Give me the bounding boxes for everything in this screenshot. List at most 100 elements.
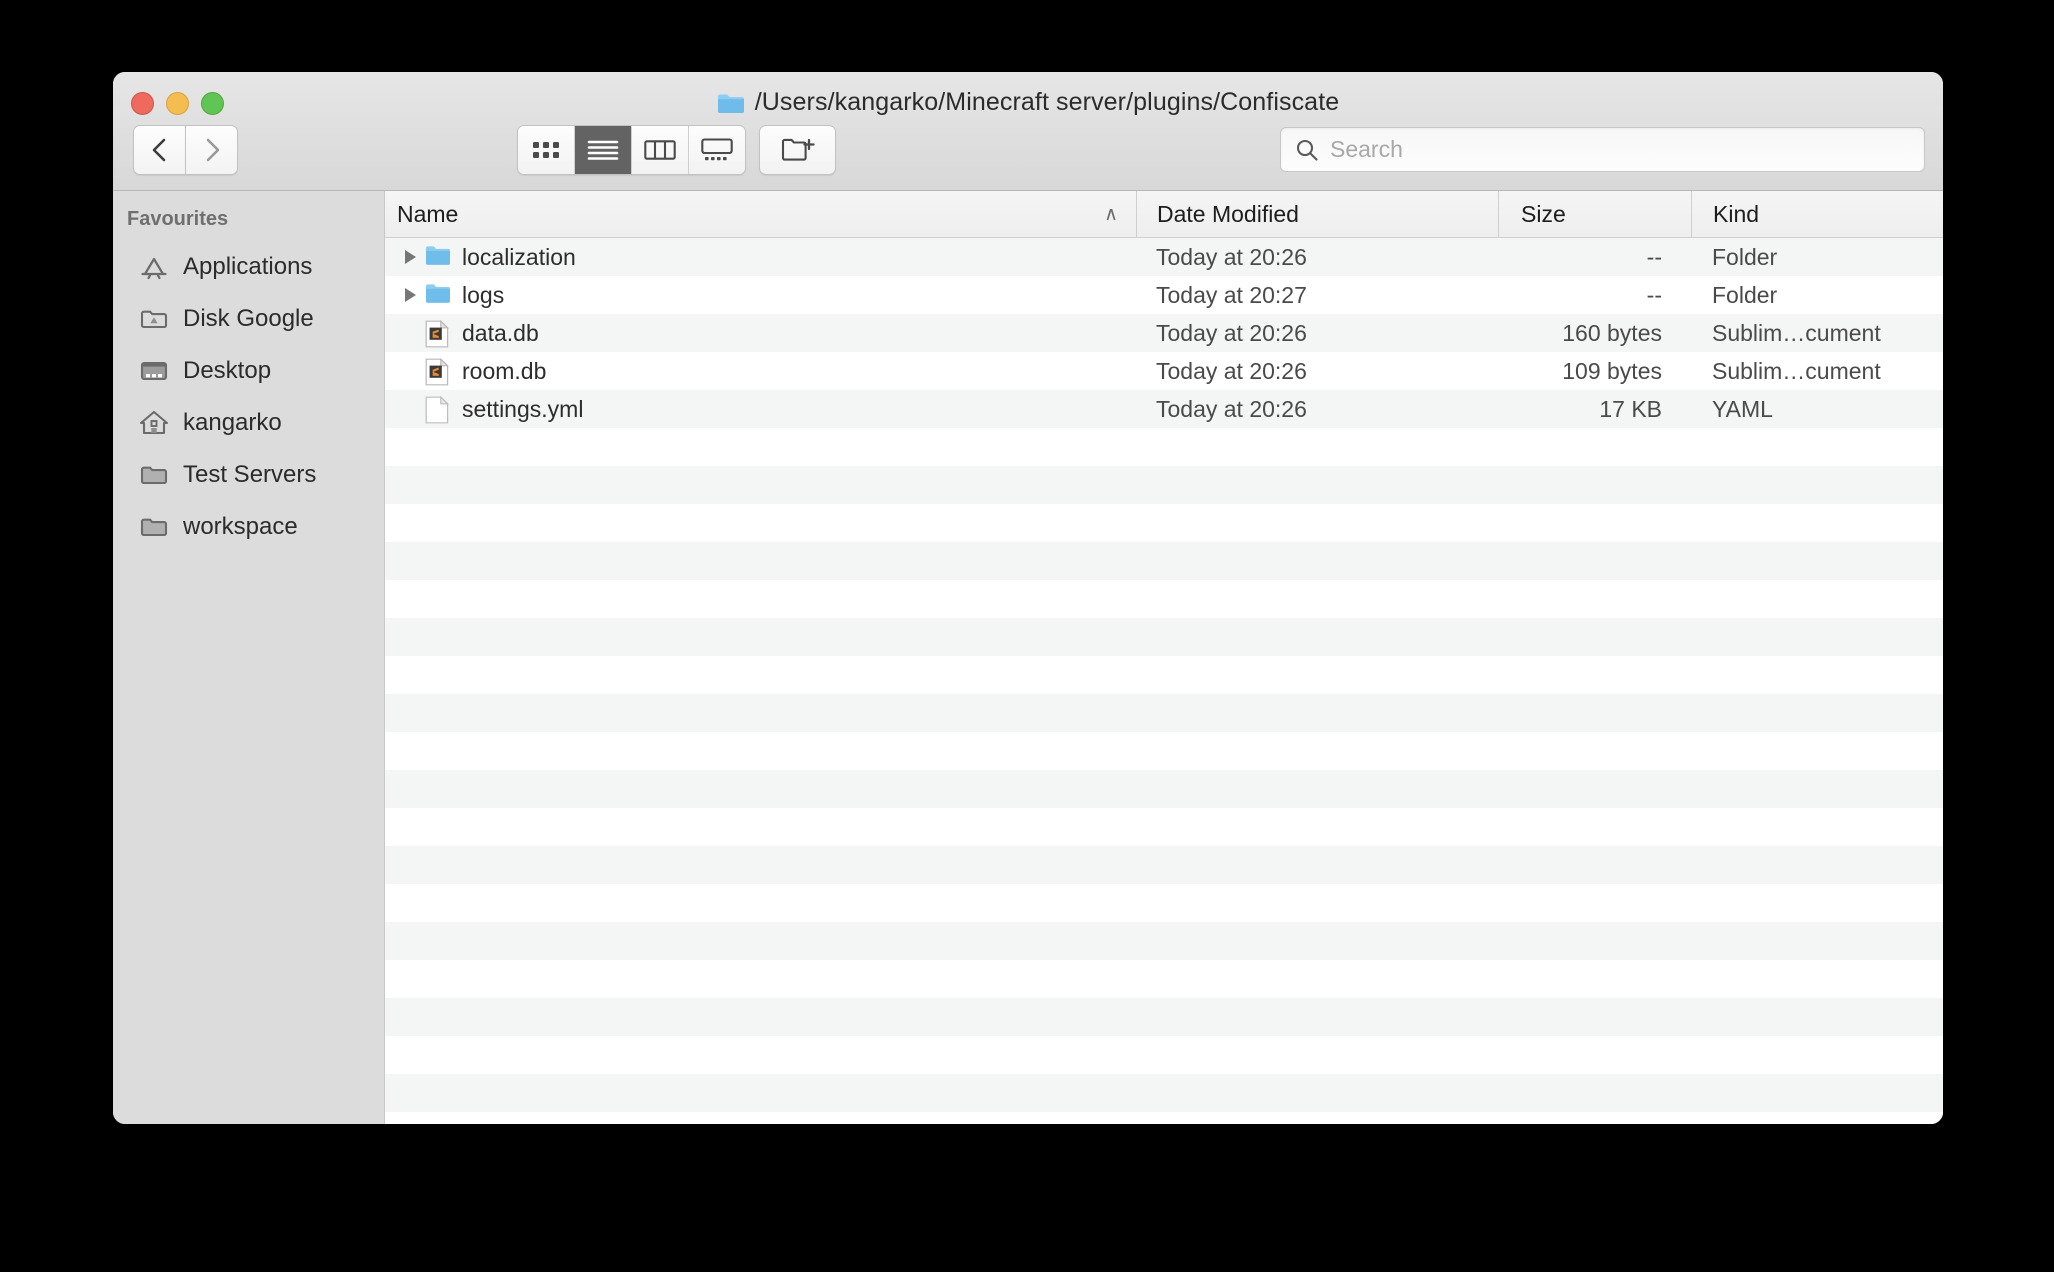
window-body: Favourites Applications Disk Google Desk… — [113, 191, 1943, 1124]
table-row[interactable]: room.db Today at 20:26 109 bytes Sublim…cum… — [385, 352, 1943, 390]
row-name-label: localization — [462, 243, 576, 270]
forward-button[interactable] — [185, 125, 238, 175]
column-header-kind-label: Kind — [1713, 200, 1760, 227]
empty-row[interactable] — [385, 846, 1943, 884]
column-view-button[interactable] — [632, 126, 689, 174]
empty-row[interactable] — [385, 732, 1943, 770]
table-row[interactable]: settings.yml Today at 20:26 17 KB YAML — [385, 390, 1943, 428]
empty-row[interactable] — [385, 770, 1943, 808]
row-date-modified: Today at 20:26 — [1156, 357, 1307, 384]
sidebar-item-test-servers[interactable]: Test Servers — [113, 449, 384, 501]
file-list: Name ∧ Date Modified Size Kind localizat… — [385, 191, 1943, 1124]
column-header-name[interactable]: Name ∧ — [385, 191, 1136, 237]
row-size: 160 bytes — [1562, 319, 1662, 346]
row-name-label: logs — [462, 281, 505, 308]
row-kind: Sublim…cument — [1712, 319, 1881, 346]
empty-row[interactable] — [385, 1036, 1943, 1074]
empty-row[interactable] — [385, 1112, 1943, 1124]
folder-icon — [717, 92, 744, 114]
window-title-text: /Users/kangarko/Minecraft server/plugins… — [754, 88, 1340, 116]
applications-icon — [139, 252, 169, 282]
finder-window: /Users/kangarko/Minecraft server/plugins… — [113, 72, 1943, 1124]
empty-row[interactable] — [385, 656, 1943, 694]
sidebar-item-disk-google[interactable]: Disk Google — [113, 293, 384, 345]
empty-row[interactable] — [385, 466, 1943, 504]
sidebar-item-desktop[interactable]: Desktop — [113, 345, 384, 397]
list-view-button[interactable] — [575, 126, 632, 174]
list-icon — [587, 140, 619, 160]
sidebar-item-label: Desktop — [183, 357, 272, 384]
icon-view-button[interactable] — [518, 126, 575, 174]
empty-row[interactable] — [385, 580, 1943, 618]
column-header-size[interactable]: Size — [1498, 191, 1691, 237]
search-field[interactable]: Search — [1280, 127, 1925, 172]
column-header-date-modified[interactable]: Date Modified — [1136, 191, 1498, 237]
table-row[interactable]: logs Today at 20:27 -- Folder — [385, 276, 1943, 314]
row-kind: Sublim…cument — [1712, 357, 1881, 384]
search-icon — [1296, 139, 1318, 161]
disclosure-triangle-icon[interactable] — [395, 288, 425, 302]
chevron-right-icon — [206, 138, 219, 162]
blue-folder-icon — [426, 284, 450, 303]
column-header-size-label: Size — [1521, 200, 1566, 227]
empty-row[interactable] — [385, 922, 1943, 960]
column-header-date-label: Date Modified — [1157, 200, 1299, 227]
column-headers: Name ∧ Date Modified Size Kind — [385, 191, 1943, 238]
row-size: -- — [1646, 281, 1662, 308]
empty-row[interactable] — [385, 808, 1943, 846]
sublime-document-icon — [425, 357, 450, 386]
sidebar-item-kangarko[interactable]: kangarko — [113, 397, 384, 449]
empty-row[interactable] — [385, 504, 1943, 542]
close-button[interactable] — [131, 92, 154, 115]
file-rows: localization Today at 20:26 -- Folder logs To… — [385, 238, 1943, 1124]
table-row[interactable]: data.db Today at 20:26 160 bytes Sublim…cum… — [385, 314, 1943, 352]
empty-row[interactable] — [385, 1074, 1943, 1112]
sidebar-item-workspace[interactable]: workspace — [113, 501, 384, 553]
empty-row[interactable] — [385, 428, 1943, 466]
empty-row[interactable] — [385, 694, 1943, 732]
minimize-button[interactable] — [166, 92, 189, 115]
blue-folder-icon — [426, 246, 450, 265]
navigation-buttons — [133, 125, 238, 175]
row-date-modified: Today at 20:26 — [1156, 319, 1307, 346]
window-titlebar: /Users/kangarko/Minecraft server/plugins… — [113, 72, 1943, 191]
blank-document-icon — [425, 395, 450, 424]
sort-ascending-icon: ∧ — [1104, 203, 1118, 225]
sidebar: Favourites Applications Disk Google Desk… — [113, 191, 385, 1124]
new-folder-button[interactable] — [759, 125, 836, 175]
gallery-view-button[interactable] — [689, 126, 745, 174]
row-date-modified: Today at 20:26 — [1156, 395, 1307, 422]
table-row[interactable]: localization Today at 20:26 -- Folder — [385, 238, 1943, 276]
row-kind: Folder — [1712, 243, 1778, 270]
empty-row[interactable] — [385, 960, 1943, 998]
zoom-button[interactable] — [201, 92, 224, 115]
columns-icon — [644, 140, 676, 160]
empty-row[interactable] — [385, 618, 1943, 656]
disclosure-triangle-icon[interactable] — [395, 250, 425, 264]
row-date-modified: Today at 20:27 — [1156, 281, 1307, 308]
triangle-right-icon — [404, 288, 416, 302]
empty-row[interactable] — [385, 542, 1943, 580]
sublime-document-icon — [425, 357, 451, 386]
chevron-left-icon — [152, 138, 165, 162]
column-header-kind[interactable]: Kind — [1691, 191, 1943, 237]
empty-row[interactable] — [385, 998, 1943, 1036]
row-kind: YAML — [1712, 395, 1773, 422]
row-name-cell: settings.yml — [385, 395, 1136, 424]
column-header-name-label: Name — [397, 200, 459, 227]
row-name-cell: room.db — [385, 357, 1136, 386]
row-kind: Folder — [1712, 281, 1778, 308]
empty-row[interactable] — [385, 884, 1943, 922]
folder-icon — [139, 512, 169, 542]
folder-icon — [139, 460, 169, 490]
view-mode-toggle — [517, 125, 746, 175]
blank-document-icon — [425, 395, 451, 424]
row-size: 17 KB — [1599, 395, 1662, 422]
folder-plus-icon — [781, 138, 815, 161]
row-size: -- — [1646, 243, 1662, 270]
sidebar-item-applications[interactable]: Applications — [113, 241, 384, 293]
google-drive-folder-icon — [139, 304, 169, 334]
row-name-cell: logs — [385, 282, 1136, 309]
back-button[interactable] — [133, 125, 185, 175]
search-placeholder: Search — [1330, 136, 1403, 162]
